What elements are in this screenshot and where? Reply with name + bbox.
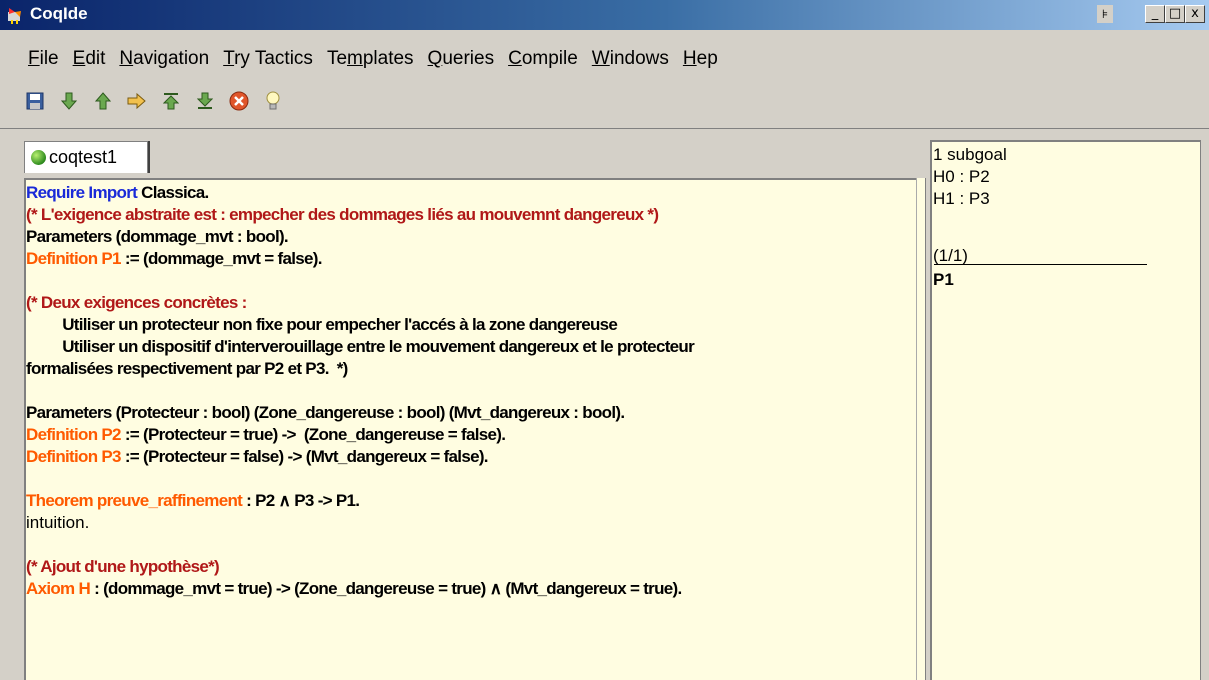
minimize-button[interactable]: _ (1145, 5, 1165, 23)
code-text: := (dommage_mvt = false). (120, 249, 323, 268)
title-bar[interactable]: CoqIde ⊧ _ □ x (0, 0, 1209, 30)
pin-button[interactable]: ⊧ (1097, 5, 1113, 23)
code-line: intuition. (26, 512, 694, 534)
menu-edit[interactable]: Edit (73, 48, 106, 70)
hypothesis-h1: H1 : P3 (933, 189, 990, 208)
goal-counter: (1/1) (933, 246, 968, 265)
code-comment: (* L'exigence abstraite est : empecher d… (26, 205, 659, 224)
code-keyword: Axiom H (26, 579, 91, 598)
go-to-cursor-icon (127, 93, 146, 109)
go-to-start-icon (163, 93, 179, 110)
code-line: Theorem preuve_raffinement : P2 ∧ P3 -> … (26, 490, 694, 512)
code-line: Definition P1 := (dommage_mvt = false). (26, 248, 694, 270)
code-line: Utiliser un dispositif d'interverouillag… (26, 336, 695, 358)
code-text: : (dommage_mvt = true) -> (Zone_dangereu… (90, 579, 682, 598)
code-comment: (* Deux exigences concrètes : (26, 293, 247, 312)
code-line: Utiliser un protecteur non fixe pour emp… (26, 314, 694, 336)
go-to-cursor-button[interactable] (126, 90, 148, 112)
menu-navigation[interactable]: Navigation (119, 48, 209, 70)
code-text: intuition. (26, 513, 90, 532)
code-line: Axiom H : (dommage_mvt = true) -> (Zone_… (26, 578, 694, 600)
tab-coqtest1[interactable]: coqtest1 (24, 141, 148, 173)
code-line: Parameters (Protecteur : bool) (Zone_dan… (26, 402, 694, 424)
script-code: Require Import Classica. (* L'exigence ab… (26, 182, 695, 600)
code-line: (* L'exigence abstraite est : empecher d… (26, 204, 694, 226)
menu-queries[interactable]: Queries (428, 48, 495, 70)
goal-scrollbar[interactable] (1200, 140, 1209, 680)
menu-try-tactics[interactable]: Try Tactics (223, 48, 313, 70)
window-title: CoqIde (30, 4, 88, 23)
menu-file[interactable]: File (28, 48, 59, 70)
close-button[interactable]: x (1185, 5, 1205, 23)
code-keyword: Definition P1 (26, 249, 121, 268)
hint-icon (266, 91, 280, 110)
code-text: Classica. (141, 183, 209, 202)
code-line: Require Import Classica. (26, 182, 694, 204)
coq-rooster-icon (8, 8, 21, 24)
forward-button[interactable] (58, 90, 80, 112)
menu-templates[interactable]: Templates (327, 48, 414, 70)
maximize-button[interactable]: □ (1165, 5, 1185, 23)
code-text: Utiliser un dispositif d'interverouillag… (26, 337, 695, 356)
code-text: := (Protecteur = true) -> (Zone_dangereu… (120, 425, 506, 444)
buffer-status-icon (31, 150, 46, 165)
save-button[interactable] (24, 90, 46, 112)
code-text: := (Protecteur = false) -> (Mvt_dangereu… (120, 447, 489, 466)
code-line: formalisées respectivement par P2 et P3.… (26, 358, 694, 380)
menu-help[interactable]: Hep (683, 48, 718, 70)
code-line: Definition P2 := (Protecteur = true) -> … (26, 424, 694, 446)
code-line: (* Deux exigences concrètes : (26, 292, 694, 314)
tab-label: coqtest1 (49, 147, 118, 167)
step-forward-icon (61, 92, 77, 110)
menu-windows[interactable]: Windows (592, 48, 669, 70)
save-icon (26, 92, 44, 110)
code-text: Parameters (dommage_mvt : bool). (26, 227, 289, 246)
toolbar (24, 88, 284, 114)
tab-divider (148, 141, 150, 173)
code-keyword: Definition P3 (26, 447, 121, 466)
toolbar-separator (0, 128, 1209, 129)
code-keyword: Require Import (26, 183, 142, 202)
script-editor[interactable]: Require Import Classica. (* L'exigence ab… (24, 178, 916, 680)
interrupt-icon (229, 91, 249, 111)
go-to-start-button[interactable] (160, 90, 182, 112)
subgoal-count: 1 subgoal (933, 145, 1007, 164)
code-text: Utiliser un protecteur non fixe pour emp… (26, 315, 618, 334)
code-line: (* Ajout d'une hypothèse*) (26, 556, 694, 578)
code-text: : P2 ∧ P3 -> P1. (242, 491, 360, 510)
hypothesis-h0: H0 : P2 (933, 167, 990, 186)
menu-bar: File Edit Navigation Try Tactics Templat… (0, 44, 718, 74)
hint-button[interactable] (262, 90, 284, 112)
code-keyword: Definition P2 (26, 425, 121, 444)
code-line: Definition P3 := (Protecteur = false) ->… (26, 446, 694, 468)
editor-scrollbar[interactable] (916, 178, 926, 680)
code-line: Parameters (dommage_mvt : bool). (26, 226, 694, 248)
step-back-icon (95, 92, 111, 110)
goal-conclusion: P1 (933, 270, 954, 289)
code-keyword: Theorem preuve_raffinement (26, 491, 243, 510)
go-to-end-icon (197, 92, 213, 109)
goal-panel[interactable]: 1 subgoal H0 : P2 H1 : P3 (1/1) P1 (930, 140, 1200, 680)
code-text: formalisées respectivement par P2 et P3.… (26, 359, 348, 378)
menu-compile[interactable]: Compile (508, 48, 578, 70)
code-text: Parameters (Protecteur : bool) (Zone_dan… (26, 403, 625, 422)
code-comment: (* Ajout d'une hypothèse*) (26, 557, 220, 576)
go-to-end-button[interactable] (194, 90, 216, 112)
backward-button[interactable] (92, 90, 114, 112)
interrupt-button[interactable] (228, 90, 250, 112)
